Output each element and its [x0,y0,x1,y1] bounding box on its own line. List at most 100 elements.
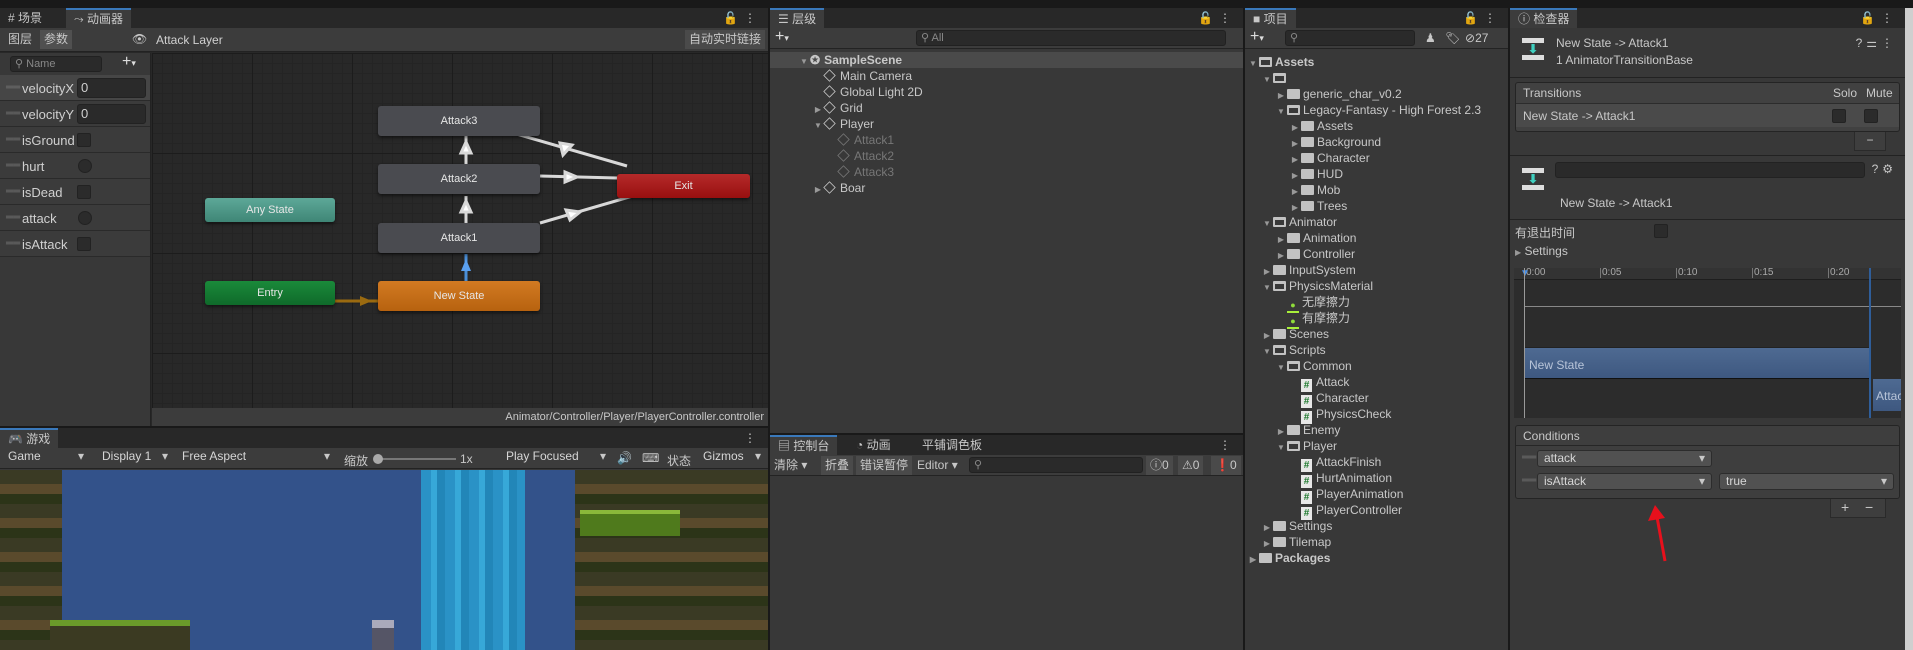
create-button[interactable]: +▾ [1250,28,1264,46]
state-attack1[interactable]: Attack1 [378,223,540,253]
project-item[interactable]: ▼ Player [1245,438,1508,454]
header-icons[interactable]: ?⚌⋮ [1856,36,1897,50]
project-item[interactable]: ▶ Settings [1245,518,1508,534]
project-item[interactable]: ▼ Scripts [1245,342,1508,358]
hierarchy-item[interactable]: Attack2 [770,148,1243,164]
hierarchy-item[interactable]: Attack3 [770,164,1243,180]
project-item[interactable]: ▼ Animator [1245,214,1508,230]
project-item[interactable]: ▶ Controller [1245,246,1508,262]
condition-parameter-dropdown[interactable]: attack [1537,450,1712,467]
eye-icon[interactable]: 👁 [132,32,147,46]
collapsed-arrow-icon[interactable]: ▶ [812,182,824,198]
transition-end-marker[interactable] [1869,268,1871,418]
state-entry[interactable]: Entry [205,281,335,305]
project-item[interactable]: ▶ HUD [1245,166,1508,182]
tab-parameters[interactable]: 参数 [40,30,73,49]
project-item[interactable]: ● 有摩擦力 [1245,310,1508,329]
slider-handle[interactable] [373,454,383,464]
drag-handle-icon[interactable]: ══ [6,82,20,93]
display-dropdown[interactable]: Display 1 [96,449,174,466]
info-count-button[interactable]: ⓘ0 [1146,456,1173,475]
hierarchy-item[interactable]: ▶ Grid [770,100,1243,116]
drag-handle-icon[interactable]: ══ [6,212,20,223]
project-item[interactable]: # PlayerAnimation [1245,486,1508,504]
add-parameter-button[interactable]: +▾ [122,53,136,71]
error-pause-button[interactable]: 错误暂停 [856,456,913,475]
project-item[interactable]: # PlayerController [1245,502,1508,520]
state-machine-graph[interactable]: Attack3 Attack2 Attack1 New State Exit A… [152,53,768,408]
bool-checkbox[interactable] [77,133,91,147]
tab-project[interactable]: ■ 项目 [1245,8,1296,28]
project-item[interactable]: ▼ Assets [1245,54,1508,70]
project-item[interactable]: ▼ Legacy-Fantasy - High Forest 2.3 [1245,102,1508,118]
breadcrumb[interactable]: Attack Layer [156,33,223,47]
help-settings-icons[interactable]: ?⚙ [1872,162,1897,176]
project-item[interactable]: ● 无摩擦力 [1245,294,1508,313]
hierarchy-item[interactable]: ▼ ✪ SampleScene [770,52,1243,68]
tab-inspector[interactable]: ⓘ 检查器 [1510,8,1578,28]
drag-handle-icon[interactable]: ══ [1522,452,1536,463]
project-item[interactable]: # Attack [1245,374,1508,392]
project-item[interactable]: ▶ generic_char_v0.2 [1245,86,1508,102]
hierarchy-item[interactable]: ▼ Player [770,116,1243,132]
transition-name-input[interactable] [1555,162,1865,178]
label-icon[interactable]: 🏷 [1445,31,1460,45]
tab-scene[interactable]: # 场景 [0,8,50,28]
project-search-input[interactable]: ⚲ [1285,30,1415,46]
project-item[interactable]: # AttackFinish [1245,454,1508,472]
project-item[interactable]: ▶ Character [1245,150,1508,166]
menu-icon[interactable]: ⋮ [1219,435,1237,455]
drag-handle-icon[interactable]: ══ [6,134,20,145]
add-condition-button[interactable]: + [1841,499,1849,515]
parameter-row[interactable]: ══ velocityX 0 [0,75,150,101]
trigger-radio[interactable] [78,159,92,173]
drag-handle-icon[interactable]: ══ [1522,475,1536,486]
parameter-row[interactable]: ══ isDead [0,179,150,205]
scale-slider[interactable] [373,454,456,464]
lock-menu-icons[interactable]: 🔓⋮ [1198,8,1237,28]
project-item[interactable]: ▼ [1245,70,1508,86]
tab-layers[interactable]: 图层 [4,30,37,49]
drag-handle-icon[interactable]: ══ [6,160,20,171]
remove-transition-button[interactable]: − [1854,132,1886,151]
hierarchy-item[interactable]: ▶ Boar [770,180,1243,196]
remove-condition-button[interactable]: − [1865,499,1873,515]
lock-menu-icons[interactable]: 🔓⋮ [1860,8,1899,28]
tab-console[interactable]: ▤ 控制台 [770,435,838,455]
project-item[interactable]: ▼ Common [1245,358,1508,374]
parameter-value-input[interactable]: 0 [77,78,146,98]
condition-value-dropdown[interactable]: true [1719,473,1894,490]
parameter-row[interactable]: ══ isAttack [0,231,150,257]
tab-tile-palette[interactable]: 平铺调色板 [914,435,990,455]
lock-menu-icons[interactable]: 🔓⋮ [1463,8,1502,28]
project-item[interactable]: ▶ Tilemap [1245,534,1508,550]
bool-checkbox[interactable] [77,237,91,251]
add-button[interactable]: +▾ [775,28,789,46]
view-dropdown[interactable]: Game [2,449,90,466]
filter-type-icon[interactable]: ♟ [1425,31,1436,45]
drag-handle-icon[interactable]: ══ [6,108,20,119]
parameter-row[interactable]: ══ hurt [0,153,150,179]
solo-checkbox[interactable] [1832,109,1846,123]
state-attack2[interactable]: Attack2 [378,164,540,194]
bool-checkbox[interactable] [77,185,91,199]
transition-row[interactable]: New State -> Attack1 [1516,103,1899,127]
clear-button[interactable]: 清除 ▾ [770,456,812,475]
parameter-row[interactable]: ══ velocityY 0 [0,101,150,127]
state-new-state[interactable]: New State [378,281,540,311]
project-item[interactable]: ▶ InputSystem [1245,262,1508,278]
parameter-search-input[interactable]: ⚲ Name [10,56,102,72]
project-item[interactable]: # Character [1245,390,1508,408]
transition-timeline[interactable]: 0:000:050:100:150:20 ▼ New State Attac [1514,268,1901,418]
parameter-row[interactable]: ══ attack [0,205,150,231]
hierarchy-item[interactable]: Global Light 2D [770,84,1243,100]
project-item[interactable]: ▶ Trees [1245,198,1508,214]
project-item[interactable]: ▶ Animation [1245,230,1508,246]
hierarchy-item[interactable]: Attack1 [770,132,1243,148]
parameter-value-input[interactable]: 0 [77,104,146,124]
gizmos-dropdown[interactable]: Gizmos [697,449,767,466]
tab-hierarchy[interactable]: ☰ 层级 [770,8,825,28]
has-exit-time-checkbox[interactable] [1654,224,1668,238]
parameter-row[interactable]: ══ isGround [0,127,150,153]
project-item[interactable]: # PhysicsCheck [1245,406,1508,424]
